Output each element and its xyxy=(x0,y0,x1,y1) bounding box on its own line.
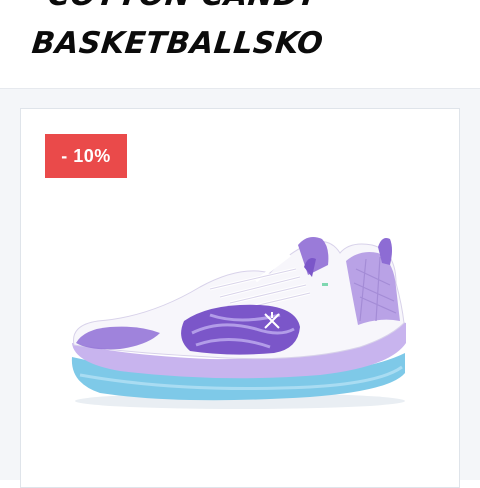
discount-badge: - 10% xyxy=(45,134,127,178)
basketball-shoe-image[interactable] xyxy=(60,225,420,415)
product-title-line-1: "COTTON CANDY" xyxy=(30,0,337,13)
product-title-line-2: BASKETBALLSKO xyxy=(30,26,325,61)
page-header: "COTTON CANDY" BASKETBALLSKO xyxy=(0,0,480,89)
